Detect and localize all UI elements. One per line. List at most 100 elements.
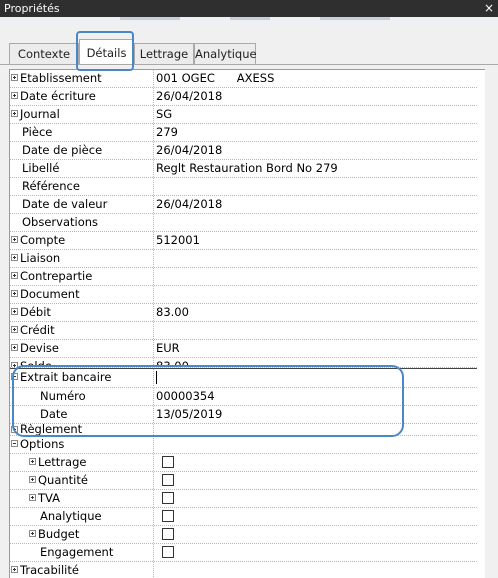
expand-icon[interactable] [11,254,18,261]
row-observations[interactable]: Observations [10,214,477,232]
row-value[interactable]: 001 OGEC AXESS [156,70,274,87]
row-label: Date [40,407,68,421]
row-value[interactable]: 26/04/2018 [156,88,222,105]
row-label: Options [20,437,65,451]
row-label: Pièce [22,125,53,139]
row-libelle[interactable]: Libellé Reglt Restauration Bord No 279 [10,160,477,178]
row-label: Budget [38,527,80,541]
row-budget[interactable]: Budget [10,526,477,544]
row-label: Débit [20,305,51,319]
row-reglement[interactable]: Règlement [10,424,477,436]
row-label: Extrait bancaire [20,370,112,384]
row-journal[interactable]: Journal SG [10,106,477,124]
row-label: Devise [20,341,59,355]
expand-icon[interactable] [29,530,36,537]
row-value[interactable]: 279 [156,124,178,141]
row-label: TVA [38,491,61,505]
row-label: Crédit [20,323,55,337]
row-compte[interactable]: Compte 512001 [10,232,477,250]
expand-icon[interactable] [11,92,18,99]
quantite-checkbox[interactable] [162,474,174,486]
window-title: Propriétés [4,2,60,15]
row-value[interactable]: 26/04/2018 [156,142,222,159]
row-date[interactable]: Date 13/05/2019 [10,406,477,424]
tva-checkbox[interactable] [162,492,174,504]
row-value[interactable]: 83.00 [156,304,189,321]
analytique-checkbox[interactable] [162,510,174,522]
row-label: Compte [20,233,66,247]
expand-icon[interactable] [11,344,18,351]
row-label: Date de pièce [22,143,103,157]
row-value[interactable]: 00000354 [156,388,215,405]
row-etablissement[interactable]: Etablissement 001 OGEC AXESS [10,70,477,88]
row-label: Numéro [40,389,86,403]
row-label: Contrepartie [20,269,93,283]
lettrage-checkbox[interactable] [162,456,174,468]
tab-analytique[interactable]: Analytique [194,43,257,64]
row-date-piece[interactable]: Date de pièce 26/04/2018 [10,142,477,160]
close-icon[interactable]: × [484,1,494,15]
expand-icon[interactable] [11,426,18,433]
row-label: Date de valeur [22,197,108,211]
expand-icon[interactable] [11,272,18,279]
expand-icon[interactable] [29,458,36,465]
row-piece[interactable]: Pièce 279 [10,124,477,142]
row-label: Libellé [22,161,60,175]
expand-icon[interactable] [11,326,18,333]
tab-bar: Contexte Lettrage Analytique Détails [0,26,498,68]
row-liaison[interactable]: Liaison [10,250,477,268]
row-solde[interactable]: Solde 83.00 [10,358,477,368]
row-value[interactable]: SG [156,106,172,123]
row-value[interactable]: 83.00 [156,358,189,367]
row-label: Référence [22,179,80,193]
row-value[interactable]: Reglt Restauration Bord No 279 [156,160,338,177]
engagement-checkbox[interactable] [162,546,174,558]
row-quantite[interactable]: Quantité [10,472,477,490]
row-reference[interactable]: Référence [10,178,477,196]
budget-checkbox[interactable] [162,528,174,540]
row-date-valeur[interactable]: Date de valeur 26/04/2018 [10,196,477,214]
row-value[interactable]: 512001 [156,232,200,249]
row-credit[interactable]: Crédit [10,322,477,340]
row-engagement[interactable]: Engagement [10,544,477,562]
row-value[interactable]: 13/05/2019 [156,406,222,423]
row-lettrage[interactable]: Lettrage [10,454,477,472]
row-date-ecriture[interactable]: Date écriture 26/04/2018 [10,88,477,106]
row-label: Règlement [20,424,83,436]
expand-icon[interactable] [11,308,18,315]
expand-icon[interactable] [11,236,18,243]
row-tva[interactable]: TVA [10,490,477,508]
expand-icon[interactable] [11,74,18,81]
row-contrepartie[interactable]: Contrepartie [10,268,477,286]
expand-icon[interactable] [29,476,36,483]
collapse-icon[interactable] [11,440,18,447]
tab-contexte[interactable]: Contexte [9,43,79,64]
row-label: Document [20,287,80,301]
row-debit[interactable]: Débit 83.00 [10,304,477,322]
row-label: Quantité [38,473,88,487]
row-devise[interactable]: Devise EUR [10,340,477,358]
row-label: Date écriture [20,89,96,103]
expand-icon[interactable] [11,110,18,117]
row-label: Lettrage [38,455,87,469]
tab-lettrage[interactable]: Lettrage [134,43,194,64]
row-tracabilite[interactable]: Tracabilité [10,562,477,578]
row-label: Solde [20,359,52,368]
tab-details[interactable]: Détails [79,39,134,65]
row-label: Liaison [20,251,61,265]
collapse-icon[interactable] [11,373,18,380]
row-numero[interactable]: Numéro 00000354 [10,388,477,406]
row-value[interactable]: 26/04/2018 [156,196,222,213]
expand-icon[interactable] [11,566,18,573]
expand-icon[interactable] [11,290,18,297]
row-value[interactable]: EUR [156,340,180,357]
row-options[interactable]: Options [10,436,477,454]
row-analytique[interactable]: Analytique [10,508,477,526]
row-label: Etablissement [20,71,102,85]
row-document[interactable]: Document [10,286,477,304]
row-extrait-bancaire[interactable]: Extrait bancaire [10,368,477,388]
row-label: Journal [20,107,60,121]
background-strip [0,17,498,26]
text-cursor [156,371,157,384]
expand-icon[interactable] [29,494,36,501]
